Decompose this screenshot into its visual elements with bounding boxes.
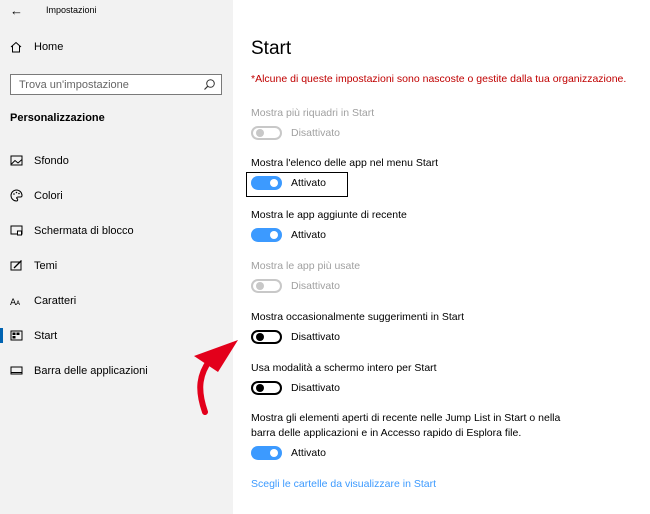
back-arrow-icon[interactable]: ← <box>10 3 23 18</box>
page-title: Start <box>251 38 292 59</box>
sidebar-item-colori[interactable]: Colori <box>0 178 233 213</box>
svg-text:A: A <box>16 300 21 307</box>
toggle-state: Disattivato <box>291 382 341 394</box>
sidebar-item-label: Sfondo <box>34 154 69 167</box>
brush-icon <box>10 259 23 272</box>
sidebar-item-label: Barra delle applicazioni <box>34 364 148 377</box>
toggle-state: Attivato <box>291 447 327 459</box>
search-input[interactable] <box>11 78 196 91</box>
setting-jump-lists: Mostra gli elementi aperti di recente ne… <box>251 411 560 460</box>
sidebar-item-label: Schermata di blocco <box>34 224 134 237</box>
toggle-switch[interactable] <box>251 126 282 140</box>
setting-label: Mostra l'elenco delle app nel menu Start <box>251 157 439 169</box>
setting-more-tiles: Mostra più riquadri in Start Disattivato <box>251 106 374 140</box>
sidebar-item-caratteri[interactable]: AA Caratteri <box>0 283 233 318</box>
home-nav-item[interactable]: Home <box>10 41 63 53</box>
toggle-state: Attivato <box>291 229 327 241</box>
image-icon <box>10 154 23 167</box>
toggle-state: Disattivato <box>291 331 341 343</box>
lock-screen-icon <box>10 224 23 237</box>
choose-folders-link[interactable]: Scegli le cartelle da visualizzare in St… <box>251 478 436 490</box>
sidebar-item-label: Start <box>34 329 58 342</box>
font-icon: AA <box>10 294 23 308</box>
app-title: Impostazioni <box>46 5 97 15</box>
main-content: Start *Alcune di queste impostazioni son… <box>233 0 650 514</box>
sidebar-item-sfondo[interactable]: Sfondo <box>0 143 233 178</box>
toggle-state: Disattivato <box>291 280 341 292</box>
search-box[interactable] <box>10 74 222 95</box>
setting-label-line1: Mostra gli elementi aperti di recente ne… <box>251 412 561 424</box>
palette-icon <box>10 189 23 202</box>
focus-highlight-box <box>246 172 348 197</box>
managed-warning: *Alcune di queste impostazioni sono nasc… <box>251 73 627 85</box>
sidebar-item-label: Colori <box>34 189 63 202</box>
setting-most-used: Mostra le app più usate Disattivato <box>251 259 360 293</box>
toggle-state: Disattivato <box>291 127 341 139</box>
red-arrow-annotation <box>194 340 238 415</box>
setting-label-line2: barra delle applicazioni e in Accesso ra… <box>251 427 522 439</box>
setting-label: Usa modalità a schermo intero per Start <box>251 362 437 374</box>
sidebar-item-label: Temi <box>34 259 58 272</box>
title-bar: ← Impostazioni <box>0 0 233 22</box>
setting-suggestions: Mostra occasionalmente suggerimenti in S… <box>251 310 464 344</box>
home-label: Home <box>34 41 64 53</box>
sidebar-item-label: Caratteri <box>34 294 77 307</box>
setting-label: Mostra occasionalmente suggerimenti in S… <box>251 311 465 323</box>
setting-fullscreen: Usa modalità a schermo intero per Start … <box>251 361 437 395</box>
setting-label: Mostra più riquadri in Start <box>251 107 375 119</box>
sidebar-item-temi[interactable]: Temi <box>0 248 233 283</box>
setting-label: Mostra le app più usate <box>251 260 361 272</box>
home-icon <box>10 41 22 53</box>
toggle-switch[interactable] <box>251 228 282 242</box>
sidebar: ← Impostazioni Home Personalizzazione Sf… <box>0 0 233 514</box>
start-icon <box>10 329 23 342</box>
toggle-switch[interactable] <box>251 381 282 395</box>
setting-recent-apps: Mostra le app aggiunte di recente Attiva… <box>251 208 407 242</box>
sidebar-item-schermata-di-blocco[interactable]: Schermata di blocco <box>0 213 233 248</box>
search-icon[interactable] <box>203 78 216 91</box>
section-title: Personalizzazione <box>10 112 105 124</box>
toggle-switch[interactable] <box>251 330 282 344</box>
toggle-switch[interactable] <box>251 279 282 293</box>
toggle-switch[interactable] <box>251 446 282 460</box>
taskbar-icon <box>10 364 23 377</box>
setting-label: Mostra le app aggiunte di recente <box>251 209 407 221</box>
